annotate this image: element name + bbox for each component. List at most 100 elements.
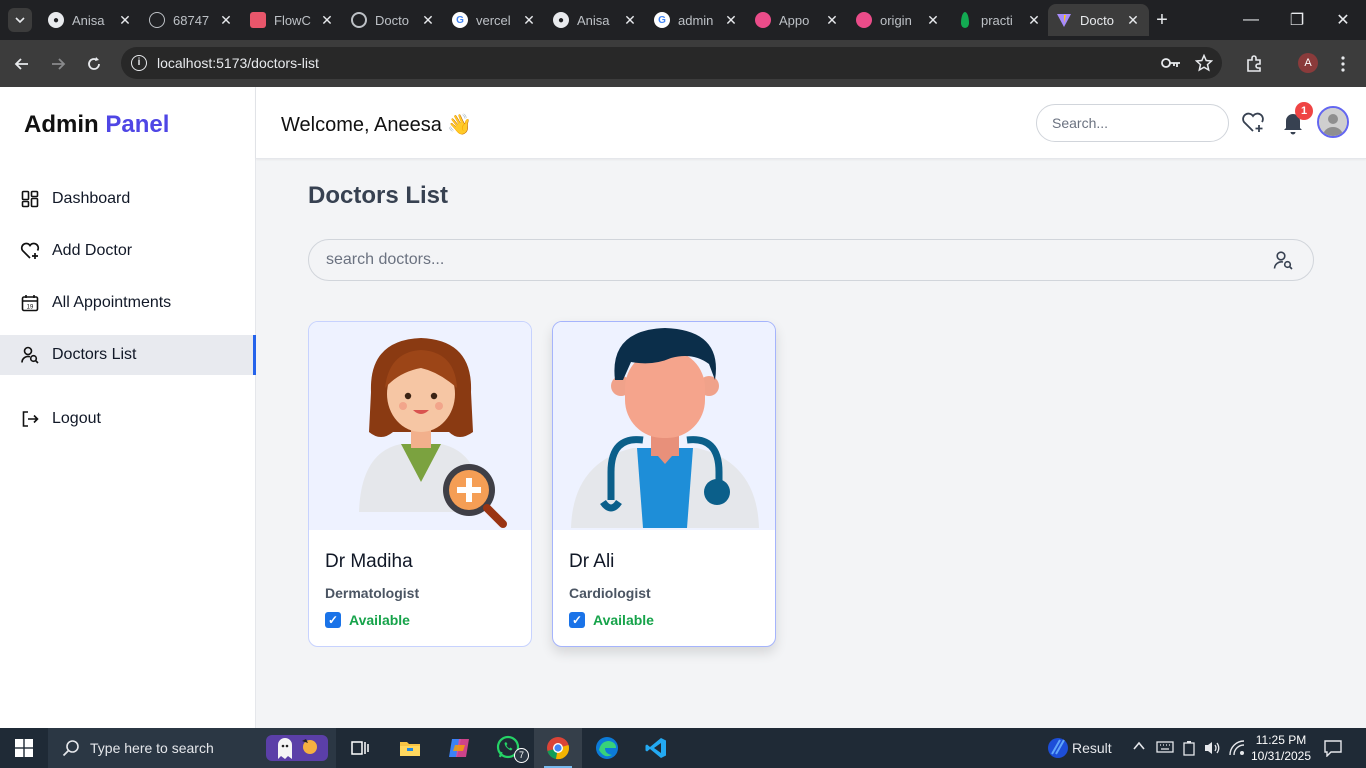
user-search-icon[interactable] <box>1272 249 1294 271</box>
availability-toggle[interactable]: ✓ Available <box>325 612 410 628</box>
edge-button[interactable] <box>583 728 631 768</box>
browser-tab[interactable]: Appo ✕ <box>747 4 848 36</box>
browser-tab[interactable]: G admin ✕ <box>646 4 747 36</box>
header-search-input[interactable] <box>1036 104 1229 142</box>
close-icon[interactable]: ✕ <box>319 12 335 29</box>
calendar-icon: 19 <box>20 293 40 313</box>
address-bar[interactable]: i localhost:5173/doctors-list <box>121 47 1222 79</box>
sidebar-item-dashboard[interactable]: Dashboard <box>0 179 256 219</box>
task-view-button[interactable] <box>336 728 384 768</box>
address-url[interactable]: localhost:5173/doctors-list <box>157 55 319 71</box>
close-icon[interactable]: ✕ <box>622 12 638 29</box>
admin-app: Admin Panel Dashboard Add Doctor 19 All … <box>0 87 1366 728</box>
chevron-up-icon[interactable] <box>1132 739 1146 756</box>
weather-label[interactable]: Result <box>1072 740 1112 756</box>
checkbox-checked-icon[interactable]: ✓ <box>325 612 341 628</box>
halloween-ghost-icon <box>266 735 328 761</box>
edge-icon <box>596 737 618 759</box>
notification-center-icon[interactable] <box>1324 739 1342 760</box>
close-icon[interactable]: ✕ <box>723 12 739 29</box>
browser-tab[interactable]: FlowC ✕ <box>242 4 343 36</box>
reload-button[interactable] <box>80 50 108 78</box>
github-icon: ● <box>48 12 64 28</box>
new-tab-button[interactable]: + <box>1150 8 1174 32</box>
star-icon[interactable] <box>1194 53 1214 73</box>
globe-icon <box>149 12 165 28</box>
battery-icon[interactable] <box>1182 740 1196 759</box>
profile-avatar[interactable]: A <box>1298 53 1318 73</box>
doctor-search-input[interactable] <box>308 239 1314 281</box>
brand-logo: Admin Panel <box>24 111 170 138</box>
sidebar-item-doctors-list[interactable]: Doctors List <box>0 335 256 375</box>
availability-toggle[interactable]: ✓ Available <box>569 612 654 628</box>
browser-tab-strip: ● Anisa ✕ 68747 ✕ FlowC ✕ Docto ✕ G verc… <box>0 0 1366 40</box>
volume-icon[interactable] <box>1203 740 1221 759</box>
search-highlight-image[interactable] <box>262 728 332 768</box>
sidebar-item-logout[interactable]: Logout <box>0 399 256 439</box>
vscode-button[interactable] <box>632 728 680 768</box>
page-title: Doctors List <box>308 182 449 209</box>
copilot-icon <box>449 739 469 757</box>
favorites-button[interactable] <box>1239 109 1267 137</box>
kebab-menu-icon[interactable] <box>1330 51 1356 77</box>
dribbble-icon <box>755 12 771 28</box>
doctor-speciality: Dermatologist <box>325 585 420 601</box>
browser-toolbar: i localhost:5173/doctors-list A <box>0 40 1366 87</box>
close-icon[interactable]: ✕ <box>521 12 537 29</box>
minimize-button[interactable]: — <box>1228 0 1274 40</box>
keyboard-icon[interactable] <box>1156 740 1174 757</box>
dashboard-icon <box>20 189 40 209</box>
close-icon[interactable]: ✕ <box>218 12 234 29</box>
clock-time: 11:25 PM <box>1255 733 1307 747</box>
close-icon[interactable]: ✕ <box>117 12 133 29</box>
doctor-photo <box>309 322 531 530</box>
browser-tab[interactable]: G vercel ✕ <box>444 4 545 36</box>
cricket-icon <box>1048 738 1068 758</box>
close-icon[interactable]: ✕ <box>824 12 840 29</box>
sidebar-item-label: Logout <box>52 410 101 427</box>
file-explorer-button[interactable] <box>386 728 434 768</box>
close-icon[interactable]: ✕ <box>1026 12 1042 29</box>
checkbox-checked-icon[interactable]: ✓ <box>569 612 585 628</box>
browser-tab[interactable]: practi ✕ <box>949 4 1050 36</box>
flowcv-icon <box>250 12 266 28</box>
arrow-left-icon <box>14 58 28 70</box>
close-icon[interactable]: ✕ <box>925 12 941 29</box>
svg-text:19: 19 <box>27 305 34 311</box>
wifi-icon[interactable] <box>1229 740 1245 759</box>
back-button[interactable] <box>8 50 36 78</box>
sidebar-item-add-doctor[interactable]: Add Doctor <box>0 231 256 271</box>
close-icon[interactable]: ✕ <box>1125 12 1141 29</box>
sidebar-item-all-appointments[interactable]: 19 All Appointments <box>0 283 256 323</box>
browser-tab[interactable]: ● Anisa ✕ <box>40 4 141 36</box>
start-button[interactable] <box>0 728 48 768</box>
sidebar-item-label: Dashboard <box>52 190 131 207</box>
extensions-icon[interactable] <box>1241 51 1267 77</box>
avatar[interactable] <box>1317 106 1349 138</box>
doctor-card[interactable]: Dr Madiha Dermatologist ✓ Available <box>308 321 532 647</box>
chrome-button[interactable] <box>534 728 582 768</box>
chatgpt-icon <box>351 12 367 28</box>
password-key-icon[interactable] <box>1161 53 1181 73</box>
sidebar-item-label: All Appointments <box>52 294 172 311</box>
close-icon[interactable]: ✕ <box>420 12 436 29</box>
chrome-icon <box>547 737 569 760</box>
browser-tab[interactable]: origin ✕ <box>848 4 949 36</box>
tab-search-button[interactable] <box>8 8 32 32</box>
vscode-icon <box>645 738 666 758</box>
browser-tab[interactable]: 68747 ✕ <box>141 4 242 36</box>
whatsapp-button[interactable]: 7 <box>485 728 533 768</box>
doctor-card[interactable]: Dr Ali Cardiologist ✓ Available <box>552 321 776 647</box>
arrow-right-icon <box>52 58 66 70</box>
forward-button[interactable] <box>44 50 72 78</box>
copilot-button[interactable] <box>435 728 483 768</box>
system-clock[interactable]: 11:25 PM 10/31/2025 <box>1246 732 1316 764</box>
close-window-button[interactable]: ✕ <box>1320 0 1366 40</box>
browser-tab-active[interactable]: Docto ✕ <box>1048 4 1149 36</box>
browser-tab[interactable]: Docto ✕ <box>343 4 444 36</box>
site-info-icon[interactable]: i <box>131 55 147 71</box>
google-icon: G <box>452 12 468 28</box>
user-search-icon <box>20 345 40 365</box>
restore-button[interactable]: ❐ <box>1274 0 1320 40</box>
browser-tab[interactable]: ● Anisa ✕ <box>545 4 646 36</box>
